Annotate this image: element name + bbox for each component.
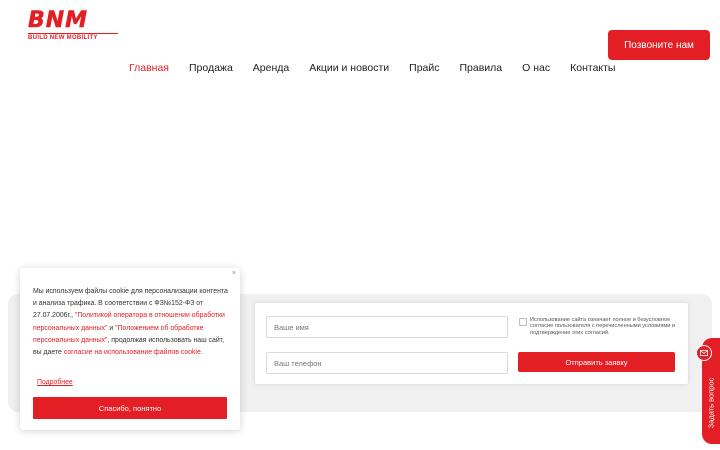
cookie-text-4: . [200,349,203,357]
name-input[interactable] [266,316,508,338]
ask-question-text: Задать вопрос [706,377,716,429]
close-icon[interactable]: × [232,270,236,278]
consent-checkbox[interactable] [519,318,527,326]
cookie-more-link[interactable]: Подробнее [37,379,73,386]
nav-item-rent[interactable]: Аренда [253,62,289,74]
cookie-accept-button[interactable]: Спасибо, понятно [33,397,227,419]
nav-item-rules[interactable]: Правила [460,62,503,74]
consent-row: Использование сайта означает полное и бе… [519,317,677,336]
cookie-text: Мы используем файлы cookie для персонали… [33,286,229,359]
logo[interactable]: BNM BUILD NEW MOBILITY [28,8,118,41]
cookie-consent-link[interactable]: согласие на использование файлов cookie [64,349,201,356]
nav-item-news[interactable]: Акции и новости [309,62,389,74]
cookie-text-2: и [107,324,116,332]
nav-item-contacts[interactable]: Контакты [570,62,615,74]
nav-item-home[interactable]: Главная [129,62,169,74]
consent-text: Использование сайта означает полное и бе… [530,317,676,336]
cookie-popup: × Мы используем файлы cookie для персона… [20,268,240,430]
nav-item-sale[interactable]: Продажа [189,62,233,74]
nav-item-about[interactable]: О нас [522,62,550,74]
call-us-button[interactable]: Позвоните нам [608,30,710,60]
phone-input[interactable] [266,352,508,374]
request-form: Использование сайта означает полное и бе… [255,303,688,384]
mail-icon[interactable] [696,345,712,361]
logo-mark: BNM [28,8,89,33]
logo-tagline: BUILD NEW MOBILITY [28,33,118,41]
submit-request-button[interactable]: Отправить заявку [518,352,675,372]
nav-item-price[interactable]: Прайс [409,62,439,74]
ask-question-label[interactable]: Задать вопрос [704,372,718,434]
